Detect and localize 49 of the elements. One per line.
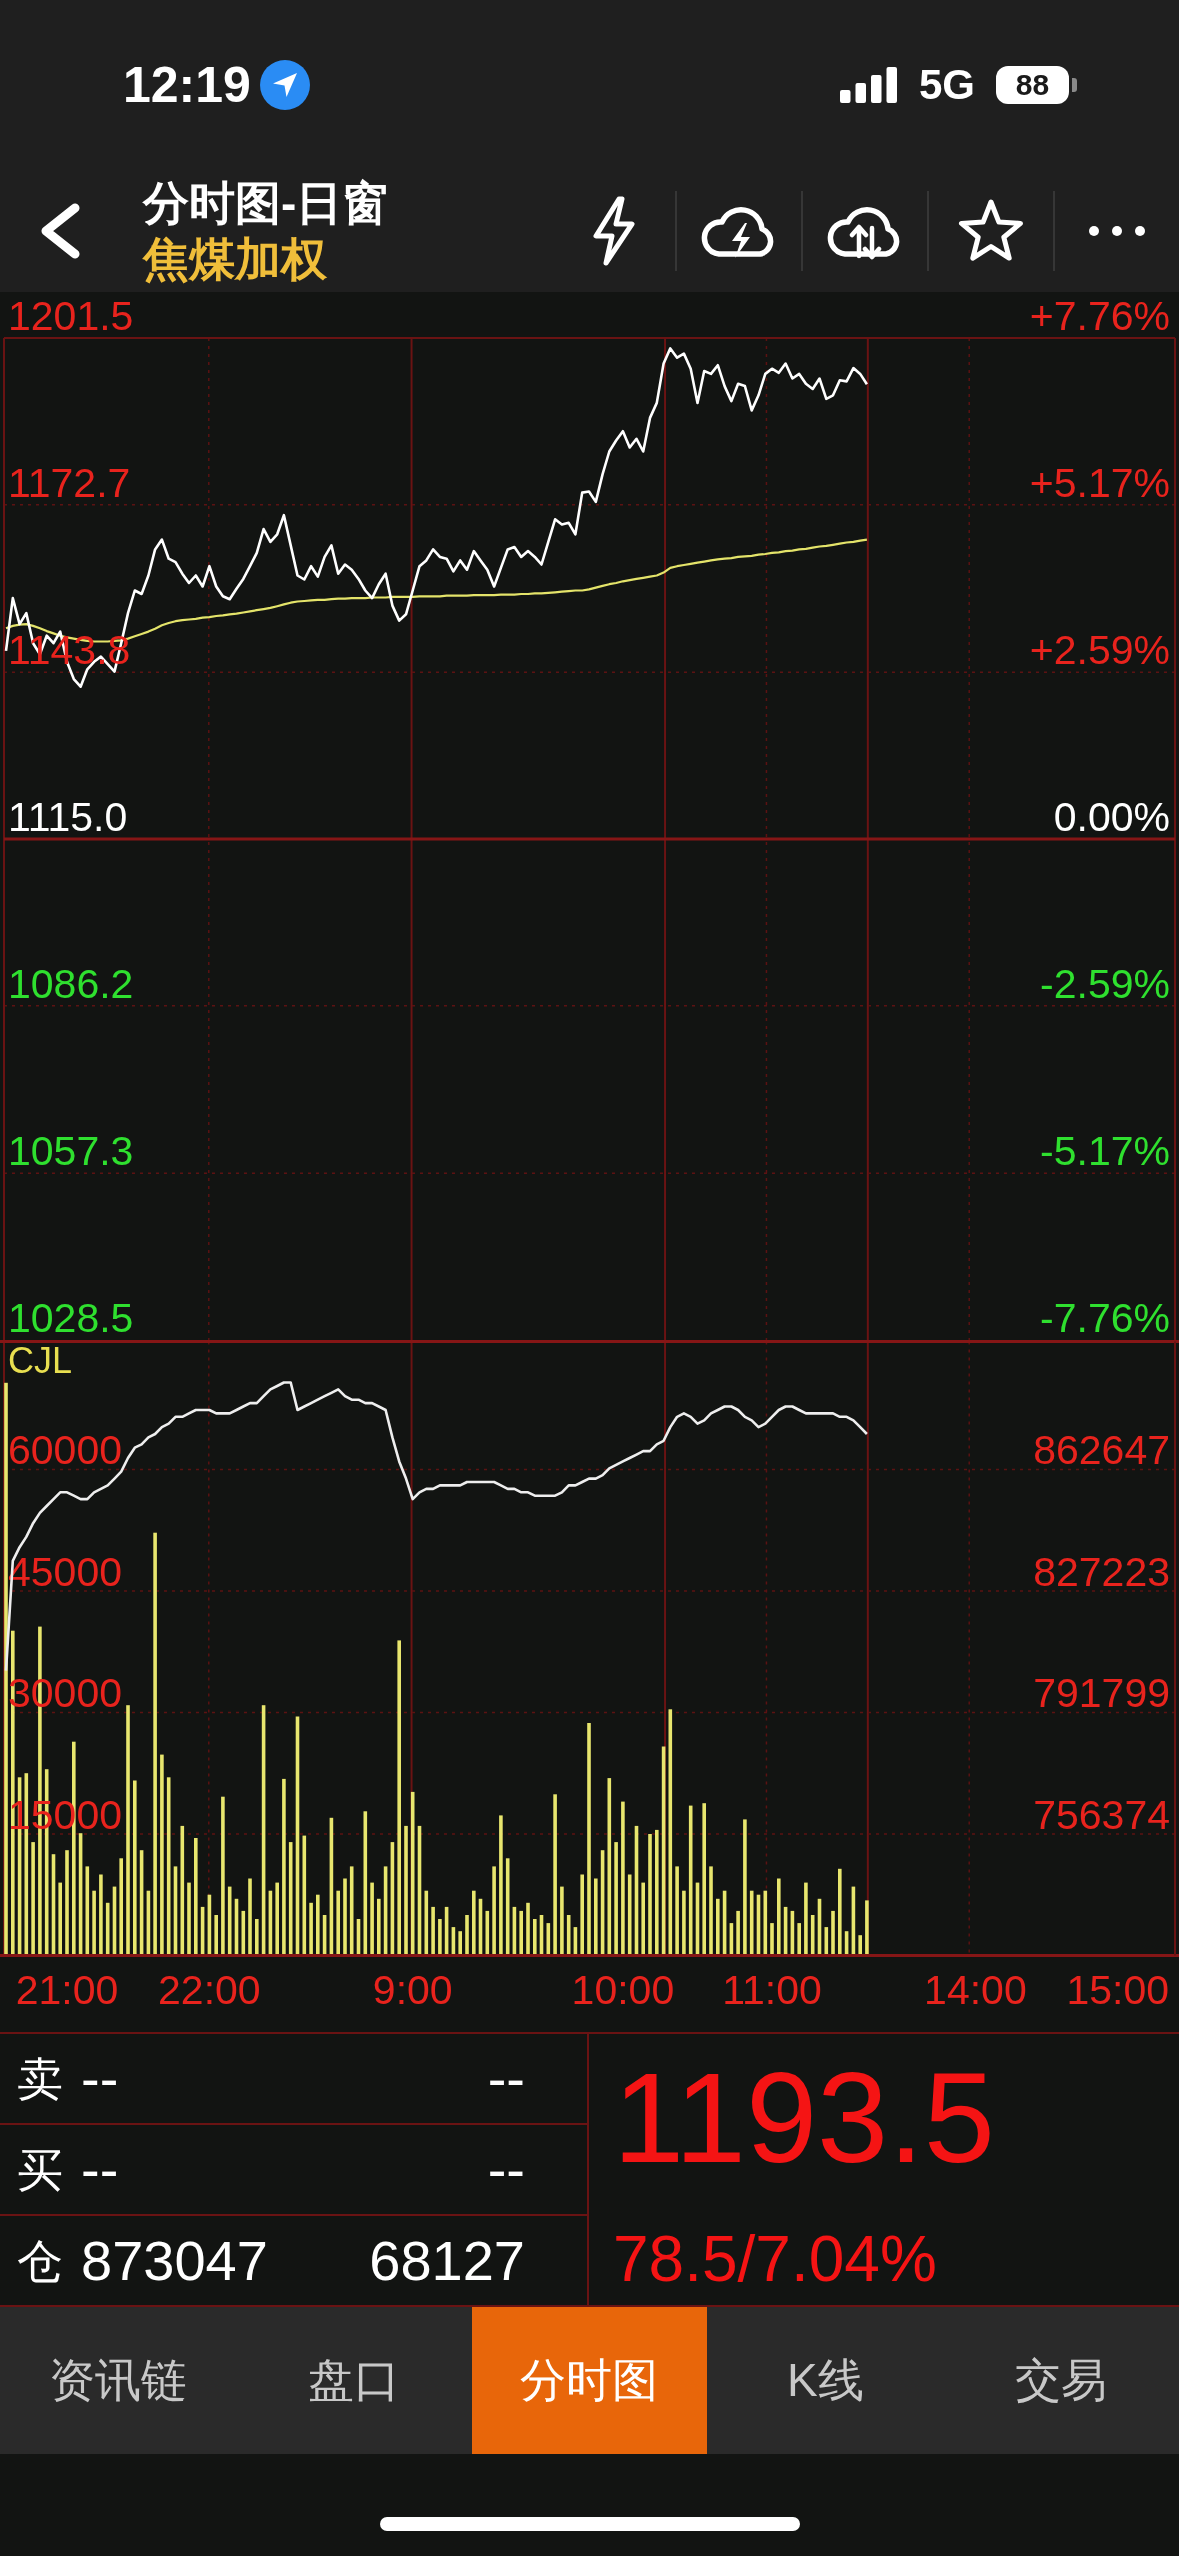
time-axis-label: 9:00 xyxy=(372,1967,453,2013)
quote-label: 卖 xyxy=(17,2055,64,2102)
percent-axis-label: -2.59% xyxy=(1040,960,1170,1007)
price-axis-label: 1115.0 xyxy=(8,794,128,840)
percent-axis-label: 0.00% xyxy=(1053,794,1170,840)
percent-axis-label: +2.59% xyxy=(1029,627,1170,674)
price-axis-label: 1086.2 xyxy=(8,960,134,1007)
open-interest-axis-label: 791799 xyxy=(1033,1670,1170,1717)
signal-icon xyxy=(839,67,897,103)
time-axis-label: 11:00 xyxy=(722,1967,822,2013)
open-interest-axis-label: 862647 xyxy=(1033,1427,1170,1474)
tab[interactable]: 资讯链 xyxy=(0,2307,236,2454)
tab[interactable]: 交易 xyxy=(943,2307,1179,2454)
price-change: 78.5/7.04% xyxy=(613,2227,937,2291)
tab[interactable]: 盘口 xyxy=(235,2307,472,2454)
time-axis-label: 15:00 xyxy=(1066,1967,1170,2013)
quote-value: -- xyxy=(487,2050,525,2107)
instrument-name: 焦煤加权 xyxy=(143,232,328,287)
percent-axis-label: -7.76% xyxy=(1040,1295,1170,1340)
time-axis-label: 14:00 xyxy=(924,1967,1027,2013)
location-icon xyxy=(259,60,310,110)
open-interest-axis-label: 827223 xyxy=(1033,1549,1170,1595)
more-icon xyxy=(1089,226,1145,236)
network-label: 5G xyxy=(918,64,975,106)
last-price: 1193.5 xyxy=(613,2054,995,2182)
percent-axis-label: -5.17% xyxy=(1040,1128,1170,1175)
page-title: 分时图-日窗 xyxy=(143,176,389,231)
time-axis-label: 10:00 xyxy=(571,1967,675,2013)
quote-value: 873047 xyxy=(81,2232,268,2289)
price-axis-label: 1201.5 xyxy=(8,293,134,339)
price-axis-label: 1172.7 xyxy=(8,459,131,506)
volume-axis-label: 60000 xyxy=(8,1427,122,1474)
battery-indicator: 88 xyxy=(996,66,1077,104)
quote-label: 买 xyxy=(17,2146,64,2193)
time-axis-label: 22:00 xyxy=(158,1967,261,2013)
open-interest-axis-label: 756374 xyxy=(1033,1792,1170,1838)
status-time: 12:19 xyxy=(123,60,251,110)
quote-value: -- xyxy=(487,2141,525,2198)
quote-label: 仓 xyxy=(17,2237,64,2284)
quote-value: -- xyxy=(81,2141,119,2198)
quote-value: 68127 xyxy=(369,2232,525,2289)
chart-title: CJL xyxy=(8,1340,73,1381)
price-axis-label: 1057.3 xyxy=(8,1128,134,1175)
time-axis-label: 21:00 xyxy=(15,1967,119,2013)
percent-axis-label: +5.17% xyxy=(1029,459,1170,506)
percent-axis-label: +7.76% xyxy=(1029,293,1170,339)
tab[interactable]: K线 xyxy=(707,2307,944,2454)
price-axis-label: 1028.5 xyxy=(8,1295,134,1340)
quote-value: -- xyxy=(81,2050,119,2107)
